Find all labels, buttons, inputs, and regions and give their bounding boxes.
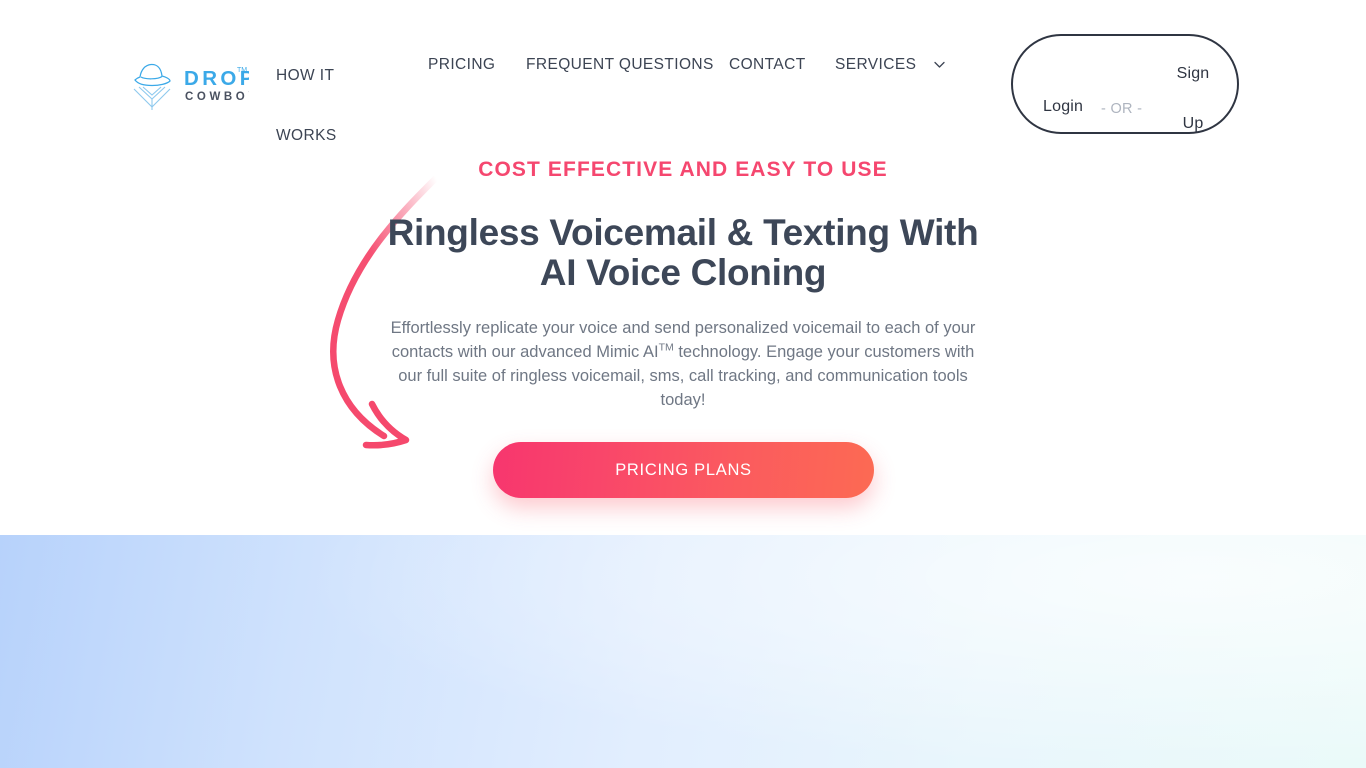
logo-word-cowboy: COWBOY <box>185 91 249 103</box>
hero-subcopy-trademark: TM <box>658 341 674 354</box>
primary-navigation: HOW IT WORKS PRICING FREQUENT QUESTIONS … <box>270 36 1000 144</box>
signup-label[interactable]: Sign Up <box>1171 49 1215 149</box>
hero-eyebrow: COST EFFECTIVE AND EASY TO USE <box>478 158 888 181</box>
signup-line-2: Up <box>1182 115 1204 132</box>
signup-line-1: Sign <box>1176 65 1210 82</box>
nav-item-pricing[interactable]: PRICING <box>428 46 495 84</box>
login-label[interactable]: Login <box>1043 98 1083 116</box>
nav-item-services-label: SERVICES <box>835 56 917 73</box>
logo-trademark: TM <box>237 67 247 74</box>
nav-item-how-it-works[interactable]: HOW IT WORKS <box>276 46 372 166</box>
cowboy-hat-icon: DROP TM COWBOY <box>133 63 256 110</box>
decorative-gradient-band <box>0 535 1366 768</box>
nav-item-contact[interactable]: CONTACT <box>729 46 806 84</box>
auth-divider: - OR - <box>1101 101 1143 117</box>
nav-item-services[interactable]: SERVICES <box>835 46 946 84</box>
auth-button[interactable]: Login - OR - Sign Up <box>1011 34 1239 134</box>
hero-section: COST EFFECTIVE AND EASY TO USE Ringless … <box>0 140 1366 535</box>
hero-headline-line-1: Ringless Voicemail & Texting <box>387 212 891 253</box>
site-logo[interactable]: DROP TM COWBOY <box>127 58 256 114</box>
chevron-down-icon <box>933 58 946 71</box>
hero-headline: Ringless Voicemail & Texting With AI Voi… <box>383 213 983 293</box>
nav-item-frequent-questions[interactable]: FREQUENT QUESTIONS <box>526 46 714 84</box>
site-header: DROP TM COWBOY HOW IT WORKS PRICING FREQ… <box>0 0 1366 144</box>
hero-subcopy: Effortlessly replicate your voice and se… <box>383 316 983 412</box>
pricing-plans-button[interactable]: PRICING PLANS <box>493 442 874 498</box>
